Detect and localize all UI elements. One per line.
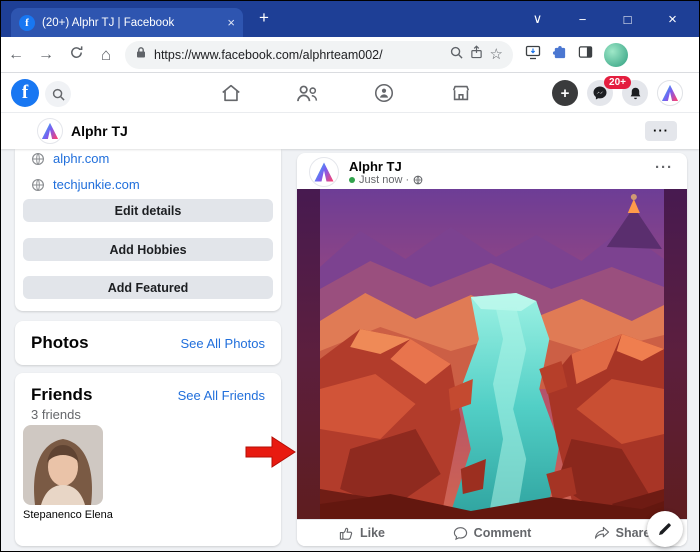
facebook-logo[interactable]: f (11, 79, 39, 107)
share-icon (594, 526, 610, 540)
account-avatar[interactable] (657, 80, 683, 106)
intro-card: alphr.com techjunkie.com Edit details Ad… (15, 149, 281, 311)
globe-icon (31, 178, 45, 192)
friends-title: Friends (31, 385, 92, 405)
browser-profile-avatar[interactable] (604, 43, 628, 67)
friends-count: 3 friends (31, 407, 81, 422)
facebook-header-actions: 20+ + (552, 80, 683, 106)
forward-icon[interactable]: → (31, 47, 61, 63)
see-all-photos-link[interactable]: See All Photos (180, 336, 265, 351)
add-hobbies-button[interactable]: Add Hobbies (23, 238, 273, 261)
photos-title: Photos (31, 333, 89, 353)
post-avatar[interactable] (309, 157, 339, 187)
comment-icon (453, 526, 468, 541)
add-featured-button[interactable]: Add Featured (23, 276, 273, 299)
post-meta: Just now · (349, 174, 423, 186)
page-avatar[interactable] (37, 118, 63, 144)
edit-details-button[interactable]: Edit details (23, 199, 273, 222)
marketplace-nav-icon[interactable] (436, 79, 486, 107)
groups-nav-icon[interactable] (359, 79, 409, 107)
minimize-icon[interactable]: − (560, 12, 605, 27)
search-icon (52, 88, 65, 101)
reload-icon[interactable] (61, 45, 91, 64)
facebook-header: f 20+ + (1, 73, 699, 113)
tab-search-chevron-icon[interactable]: ∨ (515, 11, 560, 27)
friends-card: Friends See All Friends 3 friends Stepan… (15, 373, 281, 546)
tab-title: (20+) Alphr TJ | Facebook (42, 17, 220, 29)
share-label: Share (616, 526, 651, 540)
home-nav-icon[interactable] (206, 79, 256, 107)
see-all-friends-link[interactable]: See All Friends (178, 388, 265, 403)
pencil-icon (657, 521, 673, 537)
website-link-row[interactable]: techjunkie.com (31, 177, 140, 192)
post-card: Alphr TJ Just now · ··· (297, 153, 687, 546)
create-plus-icon[interactable]: + (552, 80, 578, 106)
edit-fab-button[interactable] (647, 511, 683, 547)
page-bar: Alphr TJ ··· (1, 113, 699, 149)
browser-window: f (20+) Alphr TJ | Facebook × + ∨ − □ × … (0, 0, 700, 552)
alphr-logo (314, 162, 333, 181)
save-page-icon[interactable] (525, 45, 541, 65)
maximize-icon[interactable]: □ (605, 12, 650, 27)
post-actions: Like Comment Share (297, 519, 687, 546)
website-link[interactable]: alphr.com (53, 151, 109, 166)
comment-label: Comment (474, 526, 532, 540)
title-bar: f (20+) Alphr TJ | Facebook × + ∨ − □ × (1, 1, 699, 37)
browser-toolbar: ← → ⌂ https://www.facebook.com/alphrteam… (1, 37, 699, 73)
friend-photo[interactable] (23, 425, 103, 505)
page-content: alphr.com techjunkie.com Edit details Ad… (1, 149, 699, 552)
comment-button[interactable]: Comment (427, 520, 557, 546)
alphr-logo (42, 123, 58, 139)
red-arrow-annotation (245, 435, 297, 469)
side-panel-icon[interactable] (578, 45, 593, 64)
window-close-icon[interactable]: × (650, 11, 695, 28)
canyon-artwork (320, 189, 664, 519)
share-page-icon[interactable] (470, 45, 483, 64)
home-icon[interactable]: ⌂ (91, 46, 121, 63)
like-button[interactable]: Like (297, 520, 427, 546)
post-author[interactable]: Alphr TJ (349, 159, 402, 174)
notification-badge: 20+ (604, 76, 631, 89)
lock-icon[interactable] (135, 46, 147, 64)
post-image[interactable] (297, 189, 687, 519)
toolbar-extensions (525, 43, 628, 67)
new-tab-button[interactable]: + (259, 8, 269, 28)
bookmark-star-icon[interactable]: ☆ (490, 47, 503, 62)
like-label: Like (360, 526, 385, 540)
back-icon[interactable]: ← (1, 47, 31, 63)
tab-close-icon[interactable]: × (227, 15, 235, 30)
url-text[interactable]: https://www.facebook.com/alphrteam002/ (154, 48, 443, 62)
globe-icon (31, 152, 45, 166)
window-controls: ∨ − □ × (515, 1, 695, 37)
friend-name[interactable]: Stepanenco Elena (23, 509, 113, 521)
address-bar[interactable]: https://www.facebook.com/alphrteam002/ ☆ (125, 41, 513, 69)
alphr-logo (662, 85, 678, 101)
website-link[interactable]: techjunkie.com (53, 177, 140, 192)
facebook-nav (206, 79, 486, 107)
extensions-icon[interactable] (552, 45, 567, 65)
privacy-globe-icon (413, 175, 423, 185)
post-time: Just now · (359, 174, 409, 186)
zoom-icon[interactable] (450, 46, 463, 64)
page-title: Alphr TJ (71, 123, 128, 139)
browser-tab[interactable]: f (20+) Alphr TJ | Facebook × (11, 8, 243, 37)
like-icon (339, 526, 354, 541)
facebook-favicon: f (19, 15, 35, 31)
post-more-icon[interactable]: ··· (655, 159, 673, 176)
search-button[interactable] (45, 81, 71, 107)
website-link-row[interactable]: alphr.com (31, 151, 109, 166)
friends-nav-icon[interactable] (283, 79, 333, 107)
active-status-dot (349, 177, 355, 183)
page-more-button[interactable]: ··· (645, 121, 677, 141)
photos-card: Photos See All Photos (15, 321, 281, 365)
